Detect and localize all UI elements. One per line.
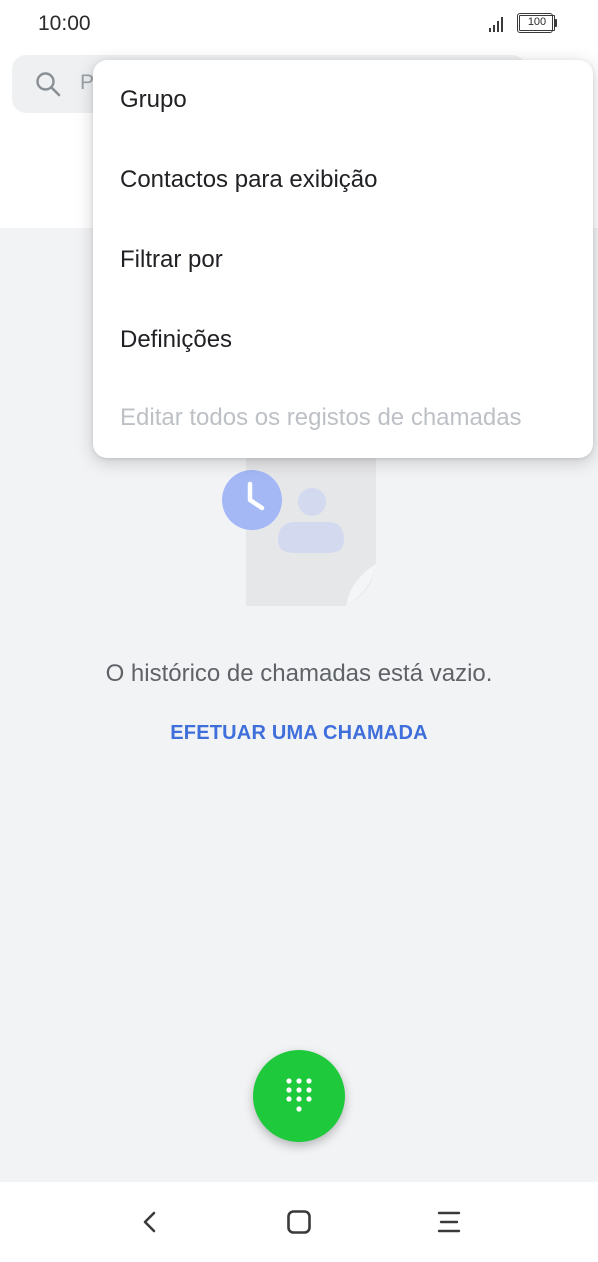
home-icon[interactable]: [281, 1204, 317, 1240]
menu-item-edit-call-logs: Editar todos os registos de chamadas: [120, 404, 522, 431]
call-history-illustration-icon: [222, 448, 376, 606]
search-input[interactable]: P: [80, 71, 94, 95]
make-call-button[interactable]: EFETUAR UMA CHAMADA: [0, 722, 598, 745]
menu-item-group[interactable]: Grupo: [93, 60, 593, 140]
status-time: 10:00: [38, 12, 91, 35]
empty-history-message: O histórico de chamadas está vazio.: [105, 660, 493, 687]
menu-item-filter-by[interactable]: Filtrar por: [93, 220, 593, 300]
back-icon[interactable]: [132, 1204, 168, 1240]
system-nav-bar: [0, 1182, 598, 1262]
menu-item-contacts-to-display[interactable]: Contactos para exibição: [93, 140, 593, 220]
battery-level: 100: [519, 15, 555, 31]
signal-bars-icon: [489, 16, 509, 32]
search-icon: [36, 72, 61, 97]
overflow-menu: Grupo Contactos para exibição Filtrar po…: [93, 60, 593, 458]
dialpad-icon: [286, 1078, 312, 1112]
recents-menu-icon[interactable]: [431, 1204, 467, 1240]
menu-item-settings[interactable]: Definições: [93, 300, 593, 380]
dialpad-button[interactable]: [253, 1050, 345, 1142]
status-bar: 10:00 100: [0, 0, 598, 50]
battery-icon: 100: [517, 13, 557, 33]
